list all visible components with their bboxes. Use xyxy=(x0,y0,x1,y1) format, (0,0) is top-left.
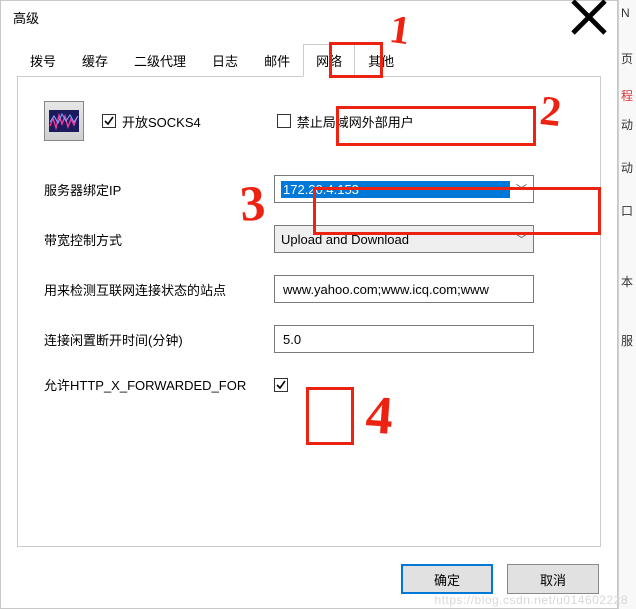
tab-3[interactable]: 日志 xyxy=(199,44,251,77)
combo-value: 172.20.4.153 xyxy=(281,181,510,198)
label-detect-sites: 用来检测互联网连接状态的站点 xyxy=(44,280,274,299)
label-xff: 允许HTTP_X_FORWARDED_FOR xyxy=(44,375,274,394)
ok-button[interactable]: 确定 xyxy=(401,564,493,594)
tab-panel-network: 开放SOCKS4 禁止局域网外部用户 服务器绑定IP 172.20.4.153 … xyxy=(17,77,601,547)
dialog-window: 高级 拨号缓存二级代理日志邮件网络其他 开放SOC xyxy=(0,0,618,609)
label-bandwidth: 带宽控制方式 xyxy=(44,230,274,249)
checkbox-label: 禁止局域网外部用户 xyxy=(297,112,414,131)
chevron-down-icon: ﹀ xyxy=(510,231,527,247)
close-icon xyxy=(569,0,609,37)
combo-bandwidth[interactable]: Upload and Download ﹀ xyxy=(274,225,534,253)
tab-area: 拨号缓存二级代理日志邮件网络其他 开放SOCKS4 xyxy=(1,33,617,547)
tab-2[interactable]: 二级代理 xyxy=(121,44,199,77)
tab-6[interactable]: 其他 xyxy=(355,44,407,77)
checkbox-xff[interactable] xyxy=(274,378,534,392)
checkbox-box xyxy=(102,114,116,128)
close-button[interactable] xyxy=(569,3,609,31)
input-detect-sites[interactable] xyxy=(274,275,534,303)
window-title: 高级 xyxy=(9,8,569,27)
titlebar: 高级 xyxy=(1,1,617,33)
text-input[interactable] xyxy=(281,281,527,298)
input-idle-timeout[interactable] xyxy=(274,325,534,353)
checkbox-box xyxy=(274,378,288,392)
cancel-button[interactable]: 取消 xyxy=(507,564,599,594)
tab-5[interactable]: 网络 xyxy=(303,44,355,77)
combo-value: Upload and Download xyxy=(281,232,510,247)
tab-0[interactable]: 拨号 xyxy=(17,44,69,77)
tab-4[interactable]: 邮件 xyxy=(251,44,303,77)
checkbox-box xyxy=(277,114,291,128)
label-bind-ip: 服务器绑定IP xyxy=(44,180,274,199)
chevron-down-icon: ﹀ xyxy=(510,181,527,197)
label-idle-timeout: 连接闲置断开时间(分钟) xyxy=(44,330,274,349)
checkbox-open-socks4[interactable]: 开放SOCKS4 xyxy=(102,112,201,131)
button-bar: 确定 取消 xyxy=(401,564,599,594)
background-window-slice: N 页 程 动 动 口 本 服 xyxy=(618,0,636,609)
checkbox-forbid-external[interactable]: 禁止局域网外部用户 xyxy=(277,112,414,131)
tab-strip: 拨号缓存二级代理日志邮件网络其他 xyxy=(17,43,601,77)
text-input[interactable] xyxy=(281,331,527,348)
checkbox-label: 开放SOCKS4 xyxy=(122,112,201,131)
combo-bind-ip[interactable]: 172.20.4.153 ﹀ xyxy=(274,175,534,203)
tab-1[interactable]: 缓存 xyxy=(69,44,121,77)
network-monitor-icon xyxy=(44,101,84,141)
settings-form: 服务器绑定IP 172.20.4.153 ﹀ 带宽控制方式 Upload and… xyxy=(44,175,574,394)
